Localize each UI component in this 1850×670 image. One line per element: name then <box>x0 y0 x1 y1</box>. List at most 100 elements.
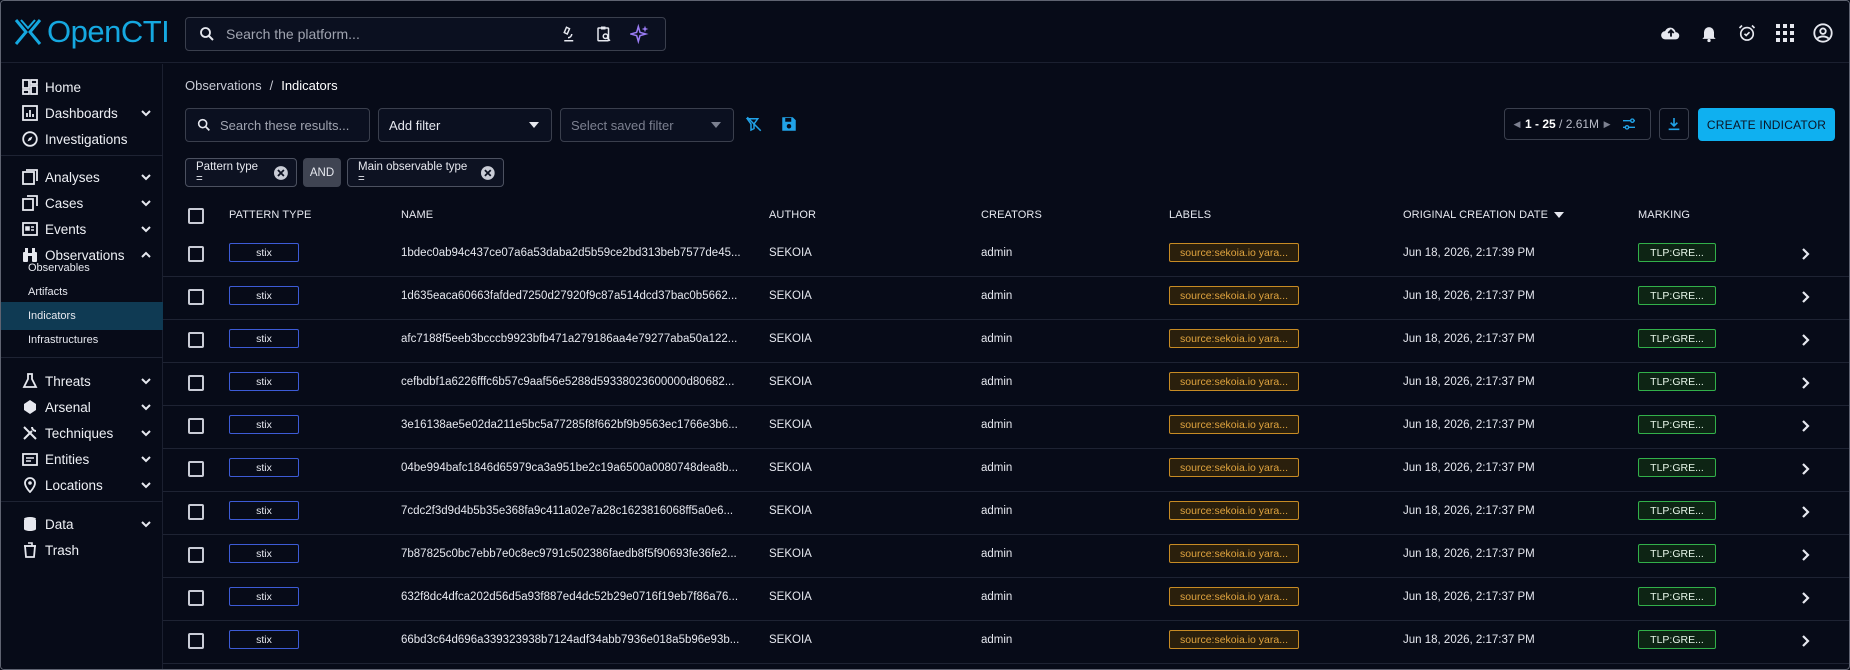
tools-icon <box>21 424 39 442</box>
results-search-input[interactable]: Search these results... <box>185 108 370 142</box>
save-filter-icon[interactable] <box>778 113 800 135</box>
clipboard-search-icon[interactable] <box>593 23 615 45</box>
chevron-right-icon[interactable] <box>1798 333 1812 347</box>
chevron-right-icon[interactable] <box>1798 548 1812 562</box>
column-header-author[interactable]: AUTHOR <box>769 209 816 221</box>
row-checkbox[interactable] <box>188 289 204 305</box>
label-badge: source:sekoia.io yara... <box>1169 458 1299 477</box>
trash-icon <box>21 541 39 559</box>
bell-icon[interactable] <box>1697 21 1721 45</box>
sidebar-item-label: Techniques <box>45 425 114 441</box>
chevron-right-icon[interactable] <box>1798 634 1812 648</box>
create-indicator-button[interactable]: CREATE INDICATOR <box>1698 108 1835 141</box>
pattern-type-badge: stix <box>229 544 299 563</box>
next-page-icon[interactable]: ▶ <box>1603 119 1611 130</box>
clear-filters-icon[interactable] <box>743 113 765 135</box>
sidebar-item-label: Investigations <box>45 131 128 147</box>
column-header-marking[interactable]: MARKING <box>1638 209 1690 221</box>
chevron-right-icon[interactable] <box>1798 419 1812 433</box>
app-name: OpenCTI <box>47 14 170 49</box>
saved-filter-select[interactable]: Select saved filter <box>560 108 734 142</box>
row-checkbox[interactable] <box>188 633 204 649</box>
author-cell: SEKOIA <box>769 247 812 259</box>
label-badge: source:sekoia.io yara... <box>1169 372 1299 391</box>
cloud-upload-icon[interactable] <box>1659 21 1683 45</box>
chevron-right-icon[interactable] <box>1798 247 1812 261</box>
marking-badge: TLP:GRE... <box>1638 329 1716 348</box>
search-icon <box>197 118 210 131</box>
chevron-down-icon <box>141 200 151 207</box>
select-all-checkbox[interactable] <box>188 208 204 224</box>
global-search-placeholder: Search the platform... <box>226 26 360 42</box>
add-filter-select[interactable]: Add filter <box>378 108 552 142</box>
sidebar-item-trash[interactable]: Trash <box>1 535 163 565</box>
sidebar-item-locations[interactable]: Locations <box>1 470 163 500</box>
table-row[interactable]: stix 3e16138ae5e02da211e5bc5a77285f8f662b… <box>163 406 1849 449</box>
row-checkbox[interactable] <box>188 246 204 262</box>
chevron-down-icon <box>141 521 151 528</box>
ai-sparkle-icon[interactable] <box>629 23 651 45</box>
chevron-right-icon[interactable] <box>1798 591 1812 605</box>
pattern-type-badge: stix <box>229 415 299 434</box>
filter-operator[interactable]: AND <box>303 158 341 187</box>
global-search-input[interactable]: Search the platform... <box>185 17 666 51</box>
sidebar-item-investigations[interactable]: Investigations <box>1 124 163 154</box>
row-checkbox[interactable] <box>188 504 204 520</box>
sidebar-subitem-infrastructures[interactable]: Infrastructures <box>1 326 163 354</box>
alarm-clock-icon[interactable] <box>1735 21 1759 45</box>
table-row[interactable]: stix 1bdec0ab94c437ce07a6a53daba2d5b59ce2… <box>163 234 1849 277</box>
table-row[interactable]: stix afc7188f5eeb3bcccb9923bfb471a279186a… <box>163 320 1849 363</box>
tune-icon[interactable] <box>1619 114 1639 134</box>
top-bar: OpenCTI Search the platform... <box>1 1 1849 63</box>
table-row[interactable]: stix 632f8dc4dfca202d56d5a93f887ed4dc52b2… <box>163 578 1849 621</box>
account-circle-icon[interactable] <box>1811 21 1835 45</box>
table-row[interactable]: stix 1d635eaca60663fafded7250d27920f9c87a… <box>163 277 1849 320</box>
marking-badge: TLP:GRE... <box>1638 286 1716 305</box>
column-header-pattern-type[interactable]: PATTERN TYPE <box>229 209 312 221</box>
column-header-creators[interactable]: CREATORS <box>981 209 1042 221</box>
table-row[interactable]: stix 7cdc2f3d9d4b5b35e368fa9c411a02e7a28c… <box>163 492 1849 535</box>
apps-grid-icon[interactable] <box>1773 21 1797 45</box>
pagination-current-range: 1 - 25 <box>1525 117 1556 131</box>
table-row[interactable]: stix 66bd3c64d696a339323938b7124adf34abb7… <box>163 621 1849 664</box>
author-cell: SEKOIA <box>769 462 812 474</box>
row-checkbox[interactable] <box>188 332 204 348</box>
creation-date-cell: Jun 18, 2026, 2:17:37 PM <box>1403 505 1535 517</box>
pattern-type-badge: stix <box>229 501 299 520</box>
filter-chip-pattern-type[interactable]: Pattern type = <box>185 158 297 187</box>
table-row[interactable]: stix cefbdbf1a6226fffc6b57c9aaf56e5288d59… <box>163 363 1849 406</box>
remove-filter-icon[interactable] <box>480 165 496 181</box>
row-checkbox[interactable] <box>188 375 204 391</box>
opencti-logo-icon <box>14 19 42 45</box>
author-cell: SEKOIA <box>769 634 812 646</box>
microscope-icon[interactable] <box>557 23 579 45</box>
chevron-right-icon[interactable] <box>1798 505 1812 519</box>
column-header-labels[interactable]: LABELS <box>1169 209 1211 221</box>
indicator-name: 66bd3c64d696a339323938b7124adf34abb7936e… <box>401 634 740 646</box>
row-checkbox[interactable] <box>188 547 204 563</box>
chevron-right-icon[interactable] <box>1798 462 1812 476</box>
indicator-name: 7b87825c0bc7ebb7e0c8ec9791c502386faedb8f… <box>401 548 737 560</box>
row-checkbox[interactable] <box>188 590 204 606</box>
remove-filter-icon[interactable] <box>273 165 289 181</box>
indicator-name: 3e16138ae5e02da211e5bc5a77285f8f662bf9b9… <box>401 419 738 431</box>
location-pin-icon <box>21 476 39 494</box>
breadcrumb: Observations / Indicators <box>185 78 338 93</box>
add-filter-label: Add filter <box>389 117 441 133</box>
table-row[interactable]: stix 7b87825c0bc7ebb7e0c8ec9791c502386fae… <box>163 535 1849 578</box>
column-header-name[interactable]: NAME <box>401 209 433 221</box>
chevron-right-icon[interactable] <box>1798 376 1812 390</box>
prev-page-icon[interactable]: ◀ <box>1513 119 1521 130</box>
chevron-right-icon[interactable] <box>1798 290 1812 304</box>
row-checkbox[interactable] <box>188 461 204 477</box>
filter-chip-main-observable-type[interactable]: Main observable type = <box>347 158 504 187</box>
breadcrumb-parent[interactable]: Observations <box>185 78 262 93</box>
table-row[interactable]: stix 04be994bafc1846d65979ca3a951be2c19a6… <box>163 449 1849 492</box>
opencti-logo[interactable]: OpenCTI <box>13 13 170 51</box>
indicator-name: 632f8dc4dfca202d56d5a93f887ed4dc52b29e07… <box>401 591 739 603</box>
row-checkbox[interactable] <box>188 418 204 434</box>
pattern-type-badge: stix <box>229 587 299 606</box>
sidebar-item-label: Trash <box>45 542 80 558</box>
column-header-creation-date[interactable]: ORIGINAL CREATION DATE <box>1403 209 1565 221</box>
export-button[interactable] <box>1659 108 1689 140</box>
